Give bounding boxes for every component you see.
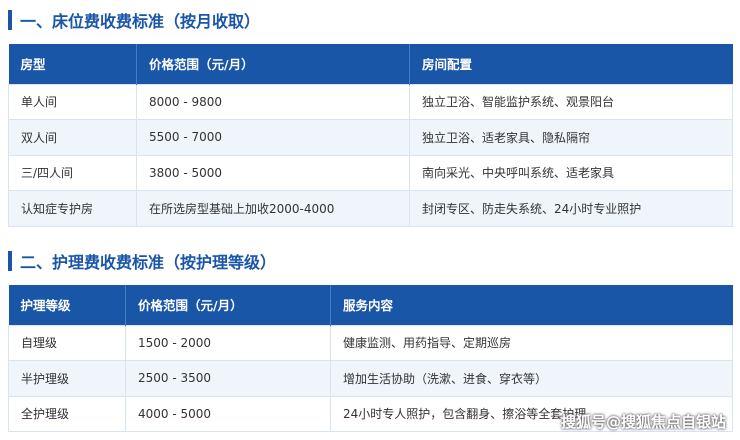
table-row: 认知症专护房 在所选房型基础上加收2000-4000 封闭专区、防走失系统、24… xyxy=(8,190,733,227)
cell-config: 独立卫浴、智能监护系统、观景阳台 xyxy=(409,83,733,120)
header-care-level: 护理等级 xyxy=(8,285,126,325)
cell-service: 增加生活协助（洗漱、进食、穿衣等） xyxy=(330,360,733,397)
cell-price: 在所选房型基础上加收2000-4000 xyxy=(136,190,410,227)
cell-care-level: 自理级 xyxy=(8,324,126,361)
cell-room-type: 三/四人间 xyxy=(8,154,137,191)
watermark: 搜狐号@搜狐焦点自银站 xyxy=(560,413,726,431)
cell-room-type: 单人间 xyxy=(8,83,137,120)
header-room-config: 房间配置 xyxy=(409,44,733,84)
cell-care-level: 半护理级 xyxy=(8,360,126,397)
cell-price: 4000 - 5000 xyxy=(125,395,331,432)
cell-room-type: 双人间 xyxy=(8,119,137,156)
cell-price: 5500 - 7000 xyxy=(136,119,410,156)
table-header-row: 护理等级 价格范围（元/月） 服务内容 xyxy=(8,285,733,325)
header-price-range: 价格范围（元/月） xyxy=(136,44,410,84)
section-title-text: 一、床位费收费标准（按月收取） xyxy=(20,12,261,31)
cell-price: 3800 - 5000 xyxy=(136,154,410,191)
cell-care-level: 全护理级 xyxy=(8,395,126,432)
cell-price: 1500 - 2000 xyxy=(125,324,331,361)
table-row: 半护理级 2500 - 3500 增加生活协助（洗漱、进食、穿衣等） xyxy=(8,360,733,397)
header-room-type: 房型 xyxy=(8,44,137,84)
header-service-content: 服务内容 xyxy=(330,285,733,325)
cell-service: 健康监测、用药指导、定期巡房 xyxy=(330,324,733,361)
table-row: 单人间 8000 - 9800 独立卫浴、智能监护系统、观景阳台 xyxy=(8,83,733,120)
table-header-row: 房型 价格范围（元/月） 房间配置 xyxy=(8,44,733,84)
nursing-fee-table: 护理等级 价格范围（元/月） 服务内容 自理级 1500 - 2000 健康监测… xyxy=(8,285,733,432)
table-row: 自理级 1500 - 2000 健康监测、用药指导、定期巡房 xyxy=(8,324,733,361)
cell-price: 8000 - 9800 xyxy=(136,83,410,120)
table-row: 三/四人间 3800 - 5000 南向采光、中央呼叫系统、适老家具 xyxy=(8,154,733,191)
section-title-text: 二、护理费收费标准（按护理等级） xyxy=(20,253,277,272)
cell-config: 封闭专区、防走失系统、24小时专业照护 xyxy=(409,190,733,227)
bed-fee-table: 房型 价格范围（元/月） 房间配置 单人间 8000 - 9800 独立卫浴、智… xyxy=(8,44,733,227)
cell-config: 南向采光、中央呼叫系统、适老家具 xyxy=(409,154,733,191)
cell-price: 2500 - 3500 xyxy=(125,360,331,397)
section-accent-bar xyxy=(8,251,12,271)
section-title-nursing-fees: 二、护理费收费标准（按护理等级） xyxy=(8,250,276,272)
section-title-bed-fees: 一、床位费收费标准（按月收取） xyxy=(8,9,260,31)
cell-config: 独立卫浴、适老家具、隐私隔帘 xyxy=(409,119,733,156)
section-accent-bar xyxy=(8,10,12,30)
cell-room-type: 认知症专护房 xyxy=(8,190,137,227)
header-price-range: 价格范围（元/月） xyxy=(125,285,331,325)
table-row: 双人间 5500 - 7000 独立卫浴、适老家具、隐私隔帘 xyxy=(8,119,733,156)
